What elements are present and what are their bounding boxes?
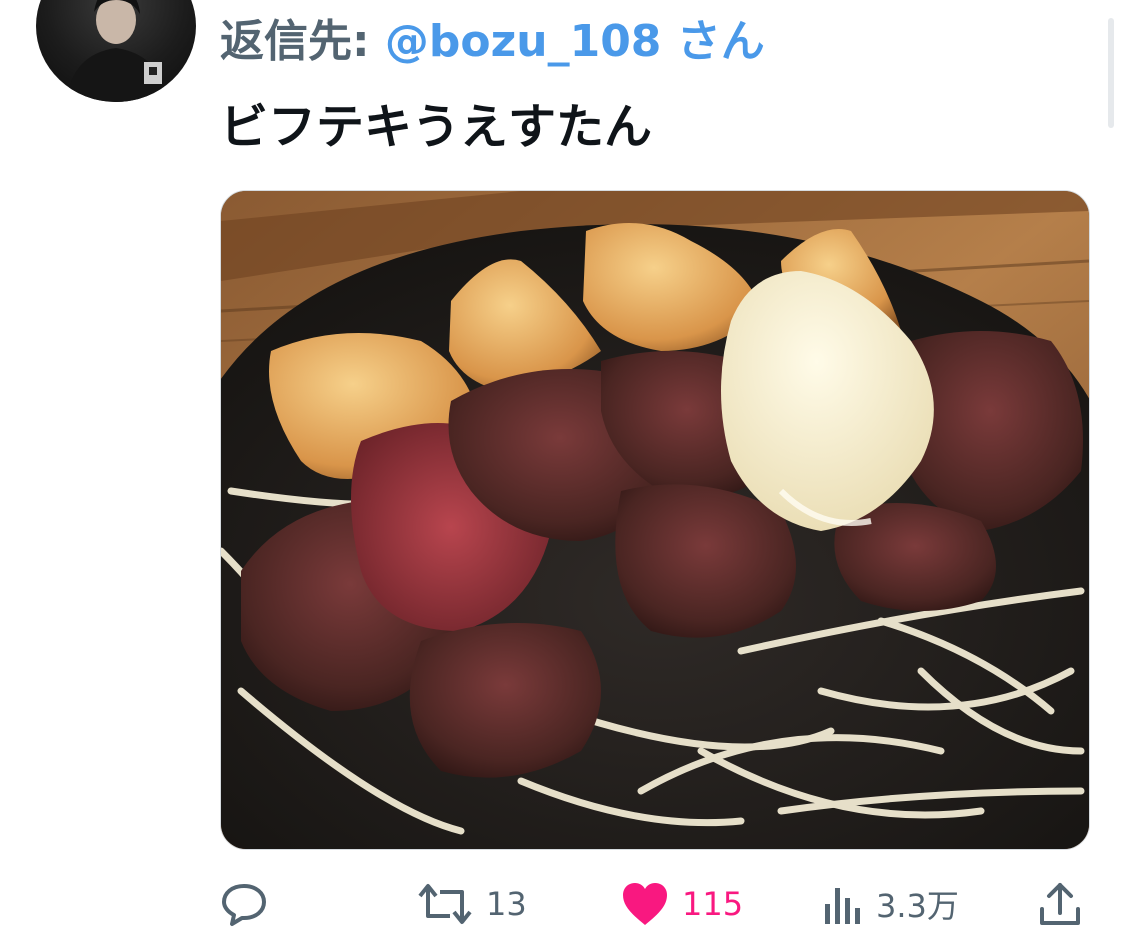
tweet-photo[interactable]: [220, 190, 1090, 850]
like-button[interactable]: 115: [620, 868, 743, 940]
scrollbar[interactable]: [1108, 18, 1114, 128]
bar-chart-icon: [822, 882, 864, 926]
views-count: 3.3万: [876, 887, 959, 925]
tweet-action-bar: 13 115 3.3万: [0, 868, 1124, 940]
comment-bubble-icon: [218, 878, 270, 930]
steak-photo-illustration: [221, 191, 1089, 849]
heart-icon: [620, 881, 670, 927]
tweet-detail: 返信先: @bozu_108 さん ビフテキうえすたん 13 115 3.3万: [0, 0, 1124, 952]
like-count: 115: [682, 885, 744, 923]
share-button[interactable]: [1036, 868, 1084, 940]
retweet-button[interactable]: 13: [416, 868, 527, 940]
views-button[interactable]: 3.3万: [822, 868, 959, 940]
share-upload-icon: [1036, 879, 1084, 929]
reply-button[interactable]: [218, 868, 270, 940]
tweet-text: ビフテキうえすたん: [220, 99, 653, 155]
reply-to-label: 返信先:: [220, 16, 385, 67]
reply-to-honorific: さん: [661, 16, 765, 67]
retweet-count: 13: [486, 885, 527, 923]
reply-to-line: 返信先: @bozu_108 さん: [220, 12, 765, 72]
retweet-icon: [416, 878, 474, 930]
avatar[interactable]: [36, 0, 196, 102]
reply-to-handle-link[interactable]: @bozu_108: [385, 16, 662, 67]
avatar-photo: [66, 0, 168, 102]
